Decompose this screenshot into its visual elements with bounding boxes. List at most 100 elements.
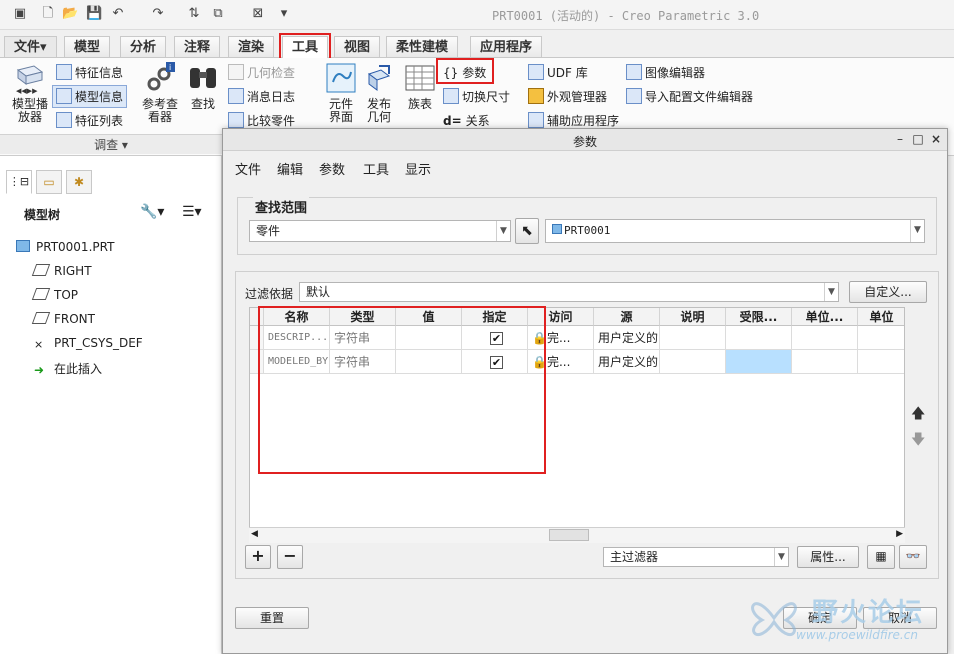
tab-applications[interactable]: 应用程序 [470, 36, 543, 57]
tree-columns-icon[interactable]: ☰▾ [182, 204, 202, 220]
col-header-restricted[interactable]: 受限... [726, 308, 792, 326]
cell-unit-quantity[interactable] [792, 326, 858, 350]
cell-description[interactable] [660, 326, 726, 350]
component-interface-button[interactable]: 元件 界面 [324, 62, 358, 124]
app-menu-icon[interactable]: ▣ [12, 6, 28, 22]
close-icon[interactable]: × [929, 132, 943, 146]
tab-file[interactable]: 文件▾ [4, 36, 57, 57]
reset-button[interactable]: 重置 [235, 607, 309, 629]
save-icon[interactable]: 💾 [86, 6, 102, 22]
cell-type[interactable]: 字符串 [330, 326, 396, 350]
menu-tools[interactable]: 工具 [363, 159, 389, 178]
appearance-manager-button[interactable]: 外观管理器 [528, 88, 607, 105]
cell-restricted[interactable] [726, 350, 792, 374]
new-file-icon[interactable]: 🗋 [40, 6, 56, 22]
close-window-icon[interactable]: ⊠ [250, 6, 266, 22]
tab-model[interactable]: 模型 [64, 36, 111, 57]
folder-browser-tab[interactable]: ▭ [36, 170, 62, 194]
col-header-unit[interactable]: 单位 [858, 308, 904, 326]
col-header-type[interactable]: 类型 [330, 308, 396, 326]
tree-settings-icon[interactable]: 🔧▾ [140, 204, 164, 220]
designate-checkbox[interactable]: ✔ [490, 332, 503, 345]
parameters-button[interactable]: {} 参数 [443, 64, 486, 81]
tree-item-right-plane[interactable]: RIGHT [31, 264, 92, 278]
cell-designate[interactable]: ✔ [462, 350, 528, 374]
customize-toolbar-icon[interactable]: ▾ [276, 6, 292, 22]
col-header-designate[interactable]: 指定 [462, 308, 528, 326]
model-player-button[interactable]: ◀◀▶▶ 模型播 放器 [8, 62, 52, 124]
redo-icon[interactable]: ↷ [150, 6, 166, 22]
udf-library-button[interactable]: UDF 库 [528, 64, 588, 81]
cell-source[interactable]: 用户定义的 [594, 350, 660, 374]
add-parameter-button[interactable]: + [245, 545, 271, 569]
customize-button[interactable]: 自定义... [849, 281, 927, 303]
table-columns-button[interactable]: ▦ [867, 545, 895, 569]
col-header-value[interactable]: 值 [396, 308, 462, 326]
remove-parameter-button[interactable]: − [277, 545, 303, 569]
menu-file[interactable]: 文件 [235, 159, 261, 178]
move-up-icon[interactable]: 🡅 [911, 403, 925, 427]
geometry-check-button[interactable]: 几何检查 [228, 64, 295, 81]
tree-item-csys[interactable]: ⨯ PRT_CSYS_DEF [34, 336, 143, 351]
tree-item-front-plane[interactable]: FRONT [31, 312, 95, 326]
feature-info-button[interactable]: 特征信息 [56, 64, 123, 81]
col-header-access[interactable]: 访问 [528, 308, 594, 326]
menu-parameters[interactable]: 参数 [319, 159, 345, 178]
switch-dimensions-button[interactable]: 切换尺寸 [443, 88, 510, 105]
windows-icon[interactable]: ⧉ [210, 6, 226, 22]
group-investigate[interactable]: 调查 ▾ [0, 134, 222, 154]
cell-restricted[interactable] [726, 326, 792, 350]
regenerate-icon[interactable]: ⇅ [186, 6, 202, 22]
designate-checkbox[interactable]: ✔ [490, 356, 503, 369]
undo-icon[interactable]: ↶ [110, 6, 126, 22]
tab-view[interactable]: 视图 [334, 36, 381, 57]
compare-part-button[interactable]: 比较零件 [228, 112, 295, 129]
find-parameter-button[interactable]: 👓 [899, 545, 927, 569]
tab-annotate[interactable]: 注释 [174, 36, 221, 57]
scroll-left-icon[interactable]: ◀ [251, 529, 258, 539]
maximize-icon[interactable]: □ [911, 132, 925, 146]
tab-flexible-modeling[interactable]: 柔性建模 [386, 36, 459, 57]
cell-unit-quantity[interactable] [792, 350, 858, 374]
model-info-button[interactable]: 模型信息 [52, 85, 128, 108]
tree-item-insert-here[interactable]: ➜ 在此插入 [34, 360, 102, 377]
col-header-source[interactable]: 源 [594, 308, 660, 326]
horizontal-scrollbar[interactable]: ◀ ▶ [249, 527, 905, 543]
relations-button[interactable]: d= 关系 [443, 112, 490, 129]
model-tree-tab[interactable]: ⋮⊟ [6, 170, 32, 194]
cell-name[interactable]: DESCRIP... [264, 326, 330, 350]
select-object-button[interactable]: ⬉ [515, 218, 539, 244]
family-table-button[interactable]: 族表 [402, 62, 438, 111]
cell-description[interactable] [660, 350, 726, 374]
publish-geometry-button[interactable]: 发布 几何 [362, 62, 396, 124]
cell-type[interactable]: 字符串 [330, 350, 396, 374]
scope-type-select[interactable]: 零件 ▼ [249, 220, 511, 242]
image-editor-button[interactable]: 图像编辑器 [626, 64, 705, 81]
col-header-description[interactable]: 说明 [660, 308, 726, 326]
cell-value[interactable] [396, 326, 462, 350]
col-header-unit-quantity[interactable]: 单位... [792, 308, 858, 326]
favorites-tab[interactable]: ✱ [66, 170, 92, 194]
filter-select[interactable]: 默认 ▼ [299, 282, 839, 302]
minimize-icon[interactable]: – [893, 132, 907, 146]
tab-analysis[interactable]: 分析 [120, 36, 167, 57]
tree-item-part[interactable]: PRT0001.PRT [16, 240, 114, 254]
cell-name[interactable]: MODELED_BY [264, 350, 330, 374]
cell-unit[interactable] [858, 350, 904, 374]
col-header-name[interactable]: 名称 [264, 308, 330, 326]
menu-edit[interactable]: 编辑 [277, 159, 303, 178]
feature-list-button[interactable]: 特征列表 [56, 112, 123, 129]
main-filter-select[interactable]: 主过滤器 ▼ [603, 547, 789, 567]
tab-tools[interactable]: 工具 [282, 36, 329, 59]
open-folder-icon[interactable]: 📂 [62, 6, 78, 22]
cell-value[interactable] [396, 350, 462, 374]
cell-access[interactable]: 🔒完... [528, 326, 594, 350]
tab-render[interactable]: 渲染 [228, 36, 275, 57]
import-config-editor-button[interactable]: 导入配置文件编辑器 [626, 88, 753, 105]
cell-unit[interactable] [858, 326, 904, 350]
cell-source[interactable]: 用户定义的 [594, 326, 660, 350]
move-down-icon[interactable]: 🡇 [911, 429, 925, 453]
scroll-right-icon[interactable]: ▶ [896, 529, 903, 539]
tree-item-top-plane[interactable]: TOP [31, 288, 78, 302]
reference-viewer-button[interactable]: i 参考查 看器 [140, 62, 180, 124]
